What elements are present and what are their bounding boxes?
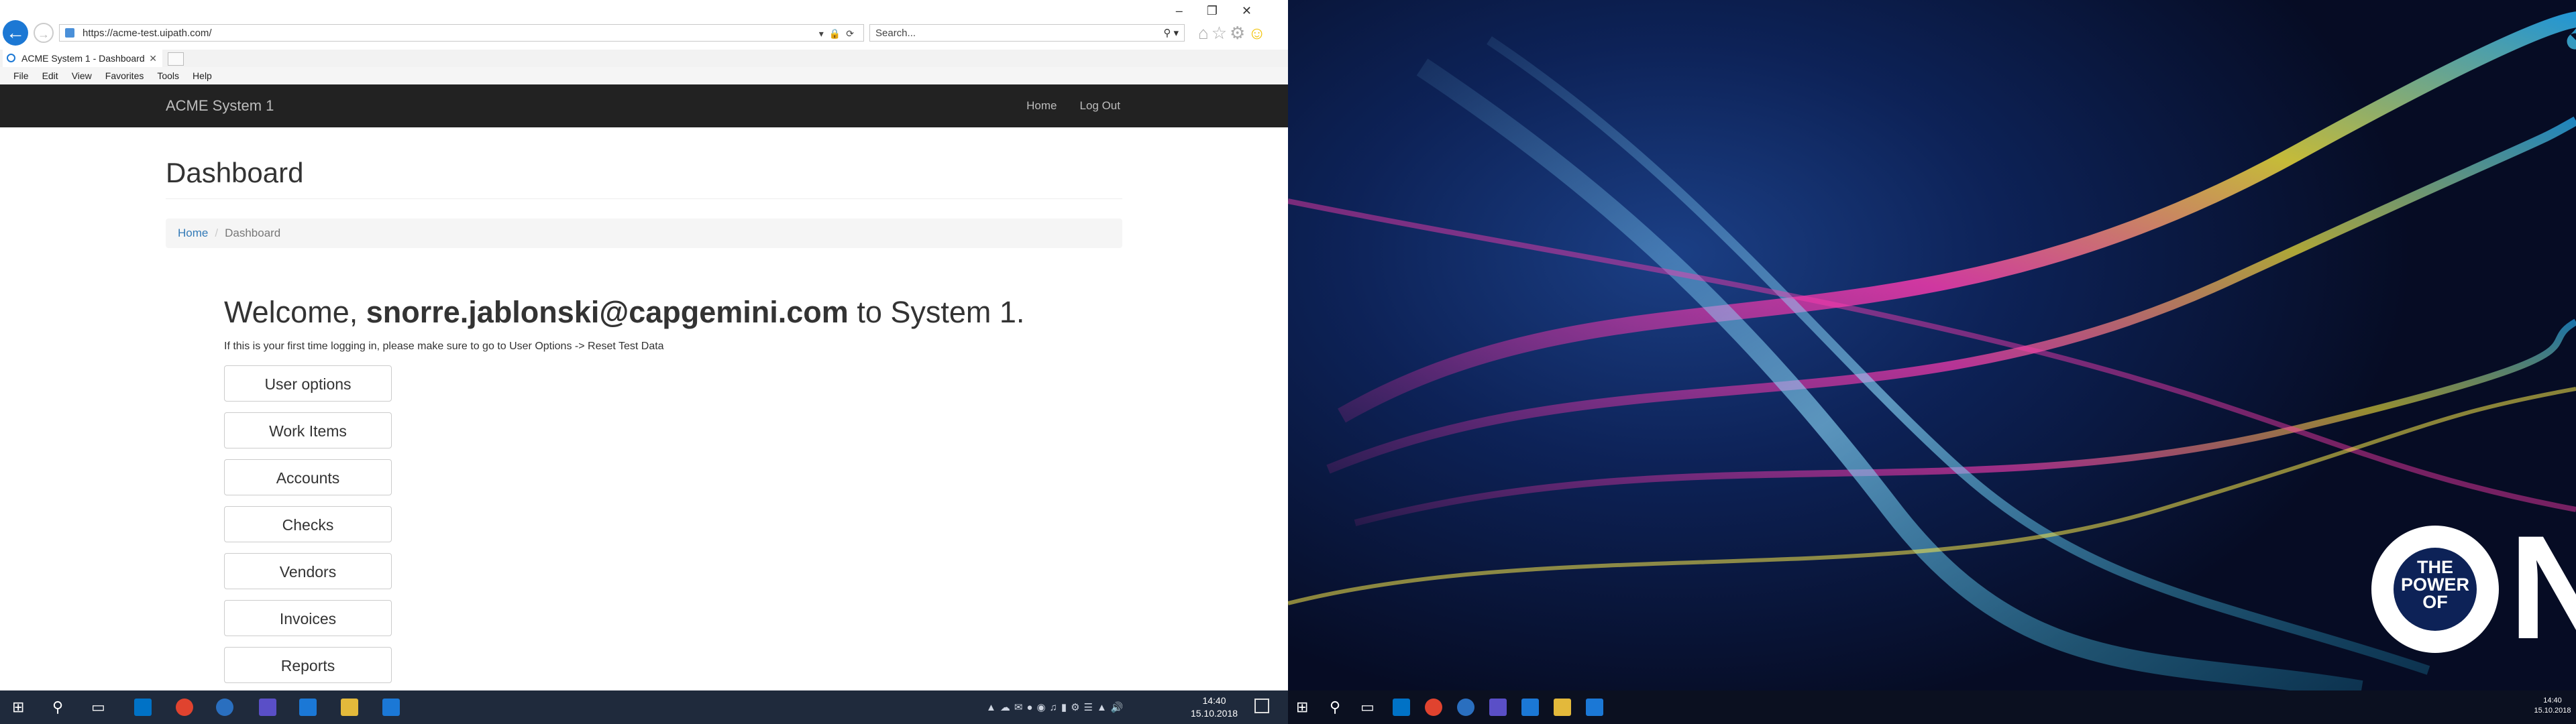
new-tab-button[interactable] [168, 52, 184, 66]
forward-button[interactable]: → [34, 23, 54, 43]
first-login-hint: If this is your first time logging in, p… [224, 341, 664, 352]
right-monitor-wallpaper: THE POWER OF NE ⊞ ⚲ ▭ 14:40 15.10.2018 [1288, 0, 2576, 724]
power-of-one-text: THE POWER OF [2394, 548, 2477, 631]
logo-power: POWER [2400, 575, 2469, 595]
browser-tab[interactable]: ACME System 1 - Dashboard ✕ [3, 50, 162, 67]
welcome-prefix: Welcome, [224, 295, 366, 329]
notifications-icon[interactable] [1254, 699, 1269, 713]
task-view-icon[interactable]: ▭ [1360, 697, 1375, 717]
search-icon[interactable]: ⚲ ▾ [1163, 25, 1179, 42]
breadcrumb-home-link[interactable]: Home [178, 227, 208, 239]
brand[interactable]: ACME System 1 [166, 84, 274, 127]
minimize-icon: – [1175, 4, 1207, 17]
clock-time: 14:40 [1202, 695, 1226, 706]
search-icon[interactable]: ⚲ [52, 697, 63, 717]
clock-date: 15.10.2018 [2534, 707, 2571, 715]
address-url: https://acme-test.uipath.com/ [83, 27, 212, 39]
clock[interactable]: 14:40 15.10.2018 [2532, 696, 2573, 716]
breadcrumb: Home / Dashboard [166, 219, 1122, 248]
uipath-studio-icon[interactable] [1586, 699, 1603, 716]
tab-close-icon[interactable]: ✕ [149, 50, 157, 67]
welcome-suffix: to System 1. [848, 295, 1025, 329]
menu-file[interactable]: File [0, 67, 36, 84]
breadcrumb-separator: / [215, 227, 219, 239]
menu-bar: File Edit View Favorites Tools Help [0, 67, 1288, 84]
outlook-icon[interactable] [1393, 699, 1410, 716]
teams-icon[interactable] [1489, 699, 1507, 716]
back-button[interactable]: ← [3, 20, 28, 46]
invoices-button[interactable]: Invoices [224, 600, 392, 636]
ie-icon [7, 54, 15, 62]
menu-edit[interactable]: Edit [36, 67, 65, 84]
clock-time: 14:40 [2543, 697, 2562, 705]
restore-icon: ❐ [1206, 4, 1242, 17]
site-favicon-icon [65, 28, 74, 38]
chrome-icon[interactable] [176, 699, 193, 716]
smiley-icon: ☺ [1248, 23, 1269, 43]
menu-favorites[interactable]: Favorites [99, 67, 151, 84]
search-input[interactable]: Search... ⚲ ▾ [869, 24, 1185, 42]
uipath-icon[interactable] [299, 699, 317, 716]
second-taskbar: ⊞ ⚲ ▭ 14:40 15.10.2018 [1288, 690, 2576, 724]
user-options-button[interactable]: User options [224, 365, 392, 402]
file-explorer-icon[interactable] [341, 699, 358, 716]
nav-logout-link[interactable]: Log Out [1080, 99, 1121, 112]
logo-of: OF [2422, 592, 2448, 612]
system-tray[interactable]: ▲☁✉●◉♫▮⚙☰▲🔊 [986, 701, 1128, 713]
uipath-icon[interactable] [1521, 699, 1539, 716]
welcome-heading: Welcome, snorre.jablonski@capgemini.com … [224, 295, 1024, 330]
search-icon[interactable]: ⚲ [1330, 697, 1340, 717]
accounts-button[interactable]: Accounts [224, 459, 392, 495]
nav-home-link[interactable]: Home [1026, 99, 1057, 112]
outlook-icon[interactable] [134, 699, 152, 716]
browser-tool-icons[interactable]: ⌂☆⚙☺ [1198, 23, 1269, 44]
search-placeholder: Search... [875, 27, 916, 39]
nav-links: Home Log Out [1004, 84, 1120, 127]
breadcrumb-current: Dashboard [225, 227, 281, 239]
ie-icon[interactable] [216, 699, 233, 716]
logo-one-letters: NE [2509, 505, 2576, 670]
file-explorer-icon[interactable] [1554, 699, 1571, 716]
checks-button[interactable]: Checks [224, 506, 392, 542]
tab-strip: ACME System 1 - Dashboard ✕ [0, 50, 1288, 67]
tab-title: ACME System 1 - Dashboard [21, 53, 145, 64]
left-monitor: ← → https://acme-test.uipath.com/ ▾🔒⟳ Se… [0, 0, 1288, 724]
address-tools-icon[interactable]: ▾🔒⟳ [819, 25, 859, 42]
task-view-icon[interactable]: ▭ [91, 697, 105, 717]
chrome-icon[interactable] [1425, 699, 1442, 716]
divider [166, 198, 1122, 199]
start-icon[interactable]: ⊞ [12, 697, 24, 717]
menu-help[interactable]: Help [186, 67, 219, 84]
acme-navbar: ACME System 1 Home Log Out [0, 84, 1288, 127]
menu-view[interactable]: View [65, 67, 99, 84]
welcome-user: snorre.jablonski@capgemini.com [366, 295, 849, 329]
menu-tools[interactable]: Tools [150, 67, 186, 84]
browser-toolbar: ← → https://acme-test.uipath.com/ ▾🔒⟳ Se… [0, 0, 1288, 50]
work-items-button[interactable]: Work Items [224, 412, 392, 448]
start-icon[interactable]: ⊞ [1296, 697, 1308, 717]
close-icon: ✕ [1241, 4, 1276, 17]
logo-the: THE [2417, 557, 2453, 577]
clock[interactable]: 14:40 15.10.2018 [1181, 695, 1248, 720]
window-controls[interactable]: –❐✕ [1176, 4, 1276, 18]
clock-date: 15.10.2018 [1190, 708, 1238, 719]
uipath-studio-icon[interactable] [382, 699, 400, 716]
taskbar: ⊞ ⚲ ▭ ▲☁✉●◉♫▮⚙☰▲🔊 14:40 15.10.2018 [0, 690, 1288, 724]
reports-button[interactable]: Reports [224, 647, 392, 683]
ie-icon[interactable] [1457, 699, 1474, 716]
page-title: Dashboard [166, 157, 304, 188]
address-bar[interactable]: https://acme-test.uipath.com/ ▾🔒⟳ [59, 24, 864, 42]
vendors-button[interactable]: Vendors [224, 553, 392, 589]
teams-icon[interactable] [259, 699, 276, 716]
